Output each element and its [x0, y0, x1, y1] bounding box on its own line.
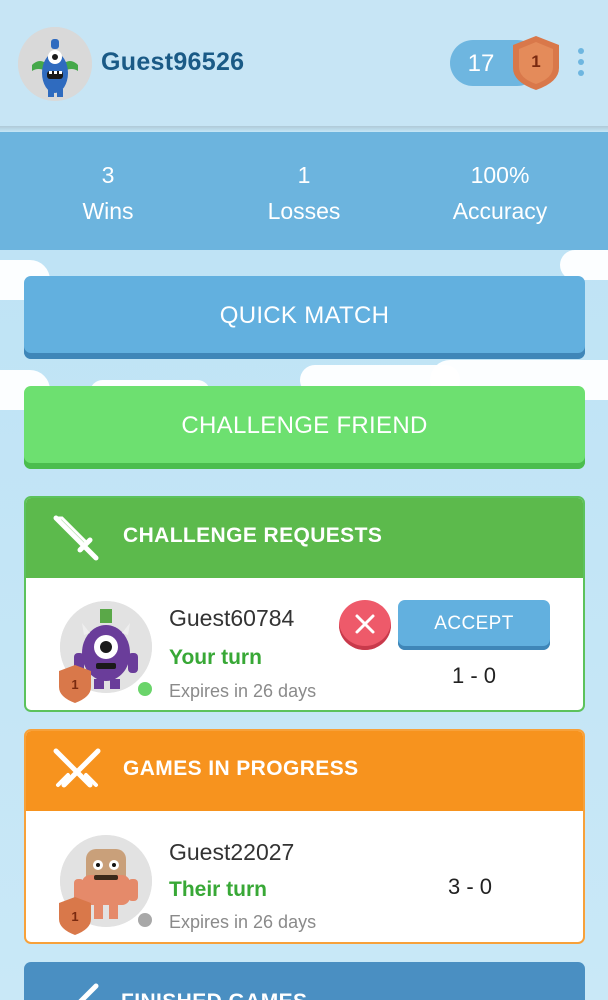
match-score: 3 - 0 — [447, 874, 493, 899]
decline-button[interactable] — [339, 600, 391, 650]
games-in-progress-header: GAMES IN PROGRESS — [26, 731, 583, 811]
challenge-friend-button[interactable]: CHALLENGE FRIEND — [24, 386, 585, 469]
crossed-swords-icon — [53, 748, 101, 788]
rank-number: 17 — [467, 50, 495, 77]
online-status-dot — [138, 682, 152, 696]
more-vert-icon[interactable] — [574, 48, 588, 80]
badge-level: 1 — [531, 52, 541, 71]
challenge-requests-header: CHALLENGE REQUESTS — [26, 498, 583, 578]
stat-label: Losses — [267, 198, 341, 224]
close-icon — [355, 614, 375, 634]
monster-avatar-icon — [18, 27, 92, 101]
stat-value: 100% — [470, 162, 530, 188]
stat-losses: 1 Losses — [224, 157, 384, 229]
turn-status: Your turn — [169, 646, 262, 669]
stat-value: 1 — [297, 162, 311, 188]
opponent-name: Guest22027 — [169, 839, 295, 865]
stat-label: Wins — [82, 198, 134, 224]
turn-status: Their turn — [169, 878, 267, 901]
opponent-name: Guest60784 — [169, 605, 295, 631]
finished-games-card[interactable]: FINISHED GAMES — [24, 962, 585, 1000]
challenge-requests-title: CHALLENGE REQUESTS — [123, 524, 383, 547]
sword-icon — [53, 515, 99, 561]
sword-icon — [78, 983, 99, 1000]
offline-status-dot — [138, 913, 152, 927]
user-avatar[interactable] — [18, 27, 92, 101]
opponent-badge-level: 1 — [71, 677, 79, 692]
stat-value: 3 — [101, 162, 115, 188]
stat-accuracy: 100% Accuracy — [420, 157, 580, 229]
match-score: 1 - 0 — [451, 663, 497, 688]
games-in-progress-title: GAMES IN PROGRESS — [123, 757, 359, 780]
username: Guest96526 — [101, 48, 245, 76]
quick-match-button[interactable]: QUICK MATCH — [24, 276, 585, 359]
finished-games-title: FINISHED GAMES — [121, 990, 307, 1000]
expires-text: Expires in 26 days — [169, 681, 317, 701]
stat-wins: 3 Wins — [28, 157, 188, 229]
accept-button[interactable]: ACCEPT — [398, 600, 550, 650]
expires-text: Expires in 26 days — [169, 912, 317, 932]
stat-label: Accuracy — [452, 198, 548, 224]
opponent-badge-level: 1 — [71, 909, 79, 924]
